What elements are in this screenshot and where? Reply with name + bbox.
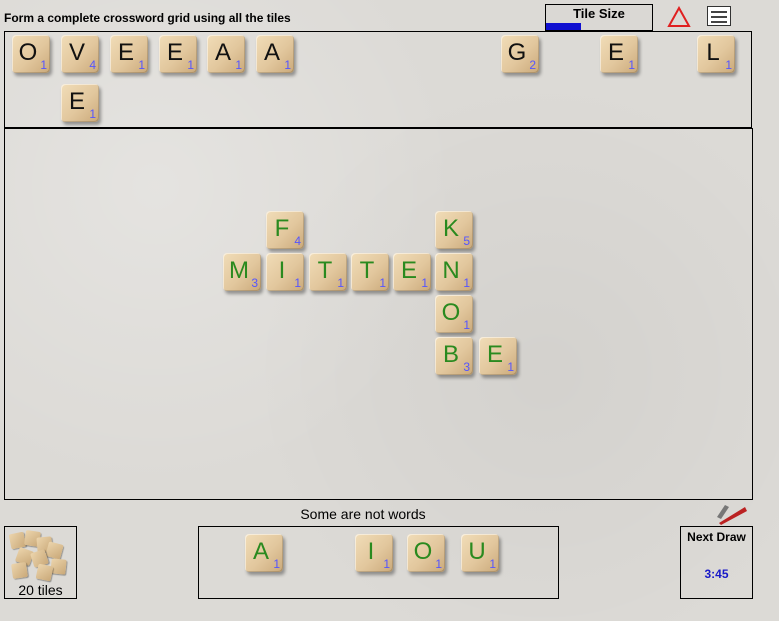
rack-tile[interactable]: A 1 [207,35,245,73]
rack-tile[interactable]: I 1 [355,534,393,572]
warning-triangle-icon[interactable] [667,6,691,28]
tile-letter: T [317,257,333,284]
tile-points: 5 [463,234,470,248]
tile-count: 20 tiles [18,582,63,598]
rack-tile[interactable]: G 2 [501,35,539,73]
board-tile[interactable]: T 1 [351,253,389,291]
board-tile[interactable]: E 1 [479,337,517,375]
board-tile[interactable]: M 3 [223,253,261,291]
tile-bag-icon [7,529,75,582]
tile-letter: O [441,299,461,326]
crossword-board[interactable]: F 4 K 5 M 3 I 1 T 1 T 1 E 1 N 1 O 1 B 3 … [4,128,753,500]
tile-letter: E [68,88,85,115]
tile-bag[interactable]: 20 tiles [4,526,77,599]
tile-size-level-bar [546,23,581,30]
tile-letter: E [117,39,134,66]
next-draw-panel: Next Draw 3:45 [680,526,753,599]
bottom-tile-rack: A 1 I 1 O 1 U 1 [198,526,559,599]
instruction-text: Form a complete crossword grid using all… [4,11,291,25]
tile-letter: O [18,39,38,66]
rules-card-icon[interactable] [707,6,731,26]
tile-letter: U [468,538,486,565]
tile-points: 1 [138,58,145,72]
tile-points: 3 [463,360,470,374]
tile-letter: G [507,39,527,66]
tile-points: 1 [235,58,242,72]
tile-letter: V [68,39,85,66]
tile-letter: N [442,257,460,284]
board-tile[interactable]: K 5 [435,211,473,249]
tile-points: 1 [379,276,386,290]
the-rules-logo-icon[interactable] [715,503,749,525]
tile-points: 4 [294,234,301,248]
board-tile[interactable]: F 4 [266,211,304,249]
rack-tile[interactable]: V 4 [61,35,99,73]
top-tile-rack: O 1 V 4 E 1 E 1 A 1 A 1 G 2 E 1 L 1 E 1 [4,31,752,128]
rack-tile[interactable]: E 1 [61,84,99,122]
rack-tile[interactable]: O 1 [407,534,445,572]
tile-letter: O [413,538,433,565]
tile-points: 1 [435,557,442,571]
tile-points: 1 [507,360,514,374]
tile-letter: E [486,341,503,368]
tile-points: 1 [273,557,280,571]
tile-points: 1 [89,107,96,121]
tile-points: 1 [725,58,732,72]
status-message: Some are not words [300,506,426,522]
tile-points: 1 [294,276,301,290]
tile-letter: A [263,39,280,66]
tile-letter: M [229,257,249,284]
tile-points: 1 [628,58,635,72]
tile-points: 1 [187,58,194,72]
tile-points: 3 [251,276,258,290]
board-tile[interactable]: O 1 [435,295,473,333]
tile-letter: B [442,341,459,368]
tile-letter: I [278,257,286,284]
rack-tile[interactable]: A 1 [245,534,283,572]
tile-points: 1 [383,557,390,571]
next-draw-label: Next Draw [687,530,746,544]
tile-letter: E [607,39,624,66]
tile-points: 2 [529,58,536,72]
rack-tile[interactable]: E 1 [600,35,638,73]
tile-letter: E [166,39,183,66]
rack-tile[interactable]: A 1 [256,35,294,73]
tile-letter: E [400,257,417,284]
rack-tile[interactable]: E 1 [159,35,197,73]
tile-size-slider[interactable]: Tile Size [545,4,653,31]
rack-tile[interactable]: E 1 [110,35,148,73]
tile-letter: K [442,215,459,242]
tile-letter: F [274,215,290,242]
tile-points: 1 [463,276,470,290]
rack-tile[interactable]: O 1 [12,35,50,73]
board-tile[interactable]: T 1 [309,253,347,291]
tile-letter: T [359,257,375,284]
tile-letter: A [252,538,269,565]
tile-points: 1 [40,58,47,72]
tile-letter: A [214,39,231,66]
board-tile[interactable]: I 1 [266,253,304,291]
rack-tile[interactable]: L 1 [697,35,735,73]
tile-points: 1 [463,318,470,332]
board-tile[interactable]: E 1 [393,253,431,291]
next-draw-timer: 3:45 [704,567,729,581]
tile-letter: I [367,538,375,565]
tile-points: 1 [337,276,344,290]
tile-points: 1 [284,58,291,72]
tile-points: 1 [489,557,496,571]
board-tile[interactable]: B 3 [435,337,473,375]
tile-size-label: Tile Size [573,6,625,21]
tile-letter: L [706,39,720,66]
rack-tile[interactable]: U 1 [461,534,499,572]
board-tile[interactable]: N 1 [435,253,473,291]
tile-points: 1 [421,276,428,290]
tile-points: 4 [89,58,96,72]
